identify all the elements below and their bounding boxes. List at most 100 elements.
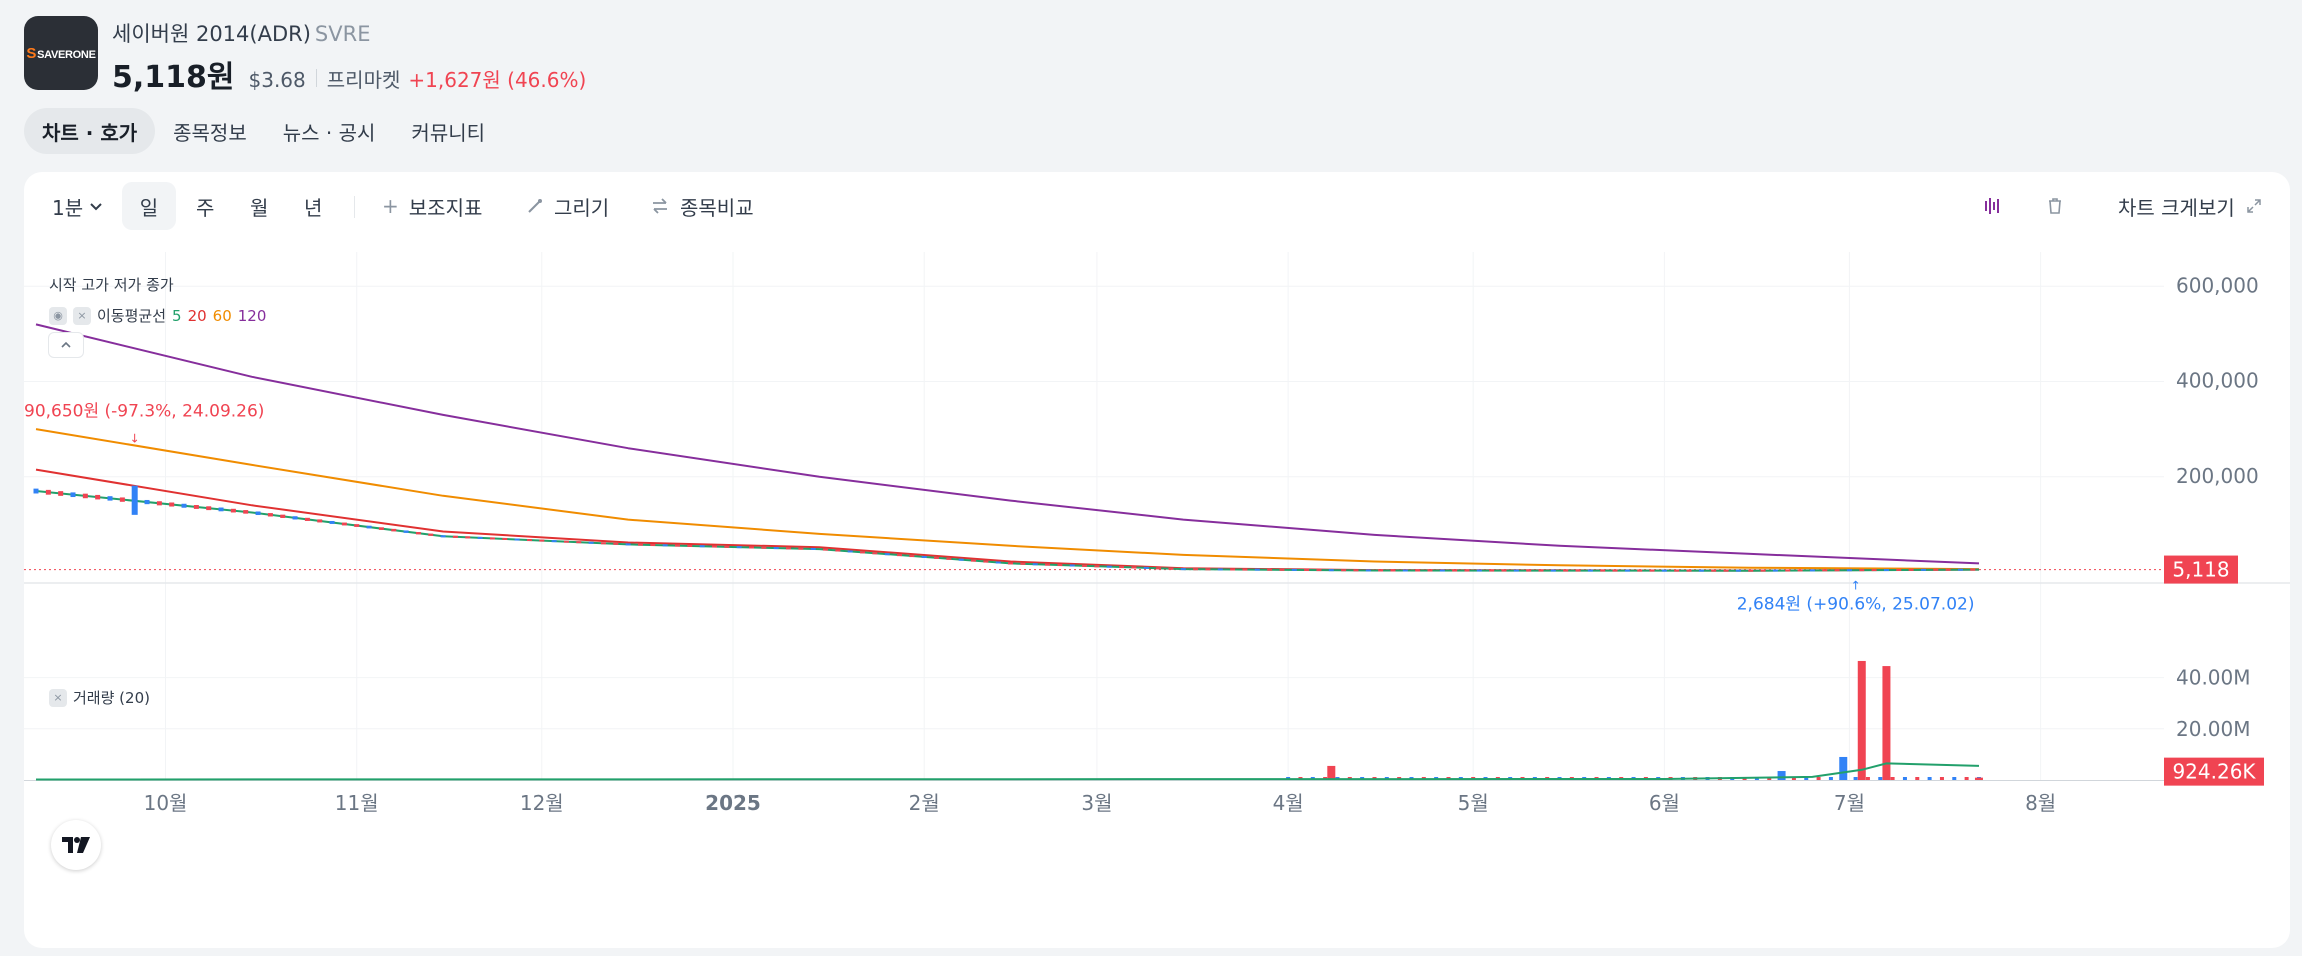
candle [119, 497, 125, 502]
x-axis-label: 3월 [1081, 791, 1112, 815]
candle [1908, 568, 1914, 571]
candle [1550, 569, 1556, 572]
delete-drawing-button[interactable] [2044, 182, 2066, 230]
price-axis-label: 400,000 [2176, 369, 2259, 393]
candle [872, 552, 878, 555]
x-axis-label: 12월 [520, 791, 564, 815]
logo-text: SSAVERONE [26, 44, 96, 62]
tradingview-icon [62, 837, 90, 853]
candle [391, 528, 397, 532]
swap-icon [653, 198, 667, 214]
candle [156, 501, 162, 506]
candle [304, 517, 310, 521]
candle [897, 554, 903, 557]
compare-button[interactable]: 종목비교 [650, 182, 754, 230]
candle [218, 507, 224, 512]
price-chart[interactable]: 600,000 400,000 200,000 40.00M 20.00M 5,118 90… [24, 252, 2290, 948]
candle [823, 548, 829, 551]
chart-type-button[interactable] [1982, 182, 2004, 230]
candle [440, 535, 446, 538]
candle [687, 544, 693, 547]
tab-stock-info[interactable]: 종목정보 [155, 108, 265, 154]
candle [95, 494, 101, 500]
candle [1970, 568, 1976, 571]
indicators-button[interactable]: + 보조지표 [382, 182, 482, 230]
volume-label: 거래량 (20) [73, 689, 150, 707]
chart-toolbar: 1분 일 주 월 년 + 보조지표 그리기 종목비교 차트 크게보기 [24, 182, 2290, 232]
period-year[interactable]: 년 [304, 182, 322, 230]
eye-icon[interactable]: ◉ [49, 306, 67, 325]
candle [884, 553, 890, 556]
candle [1464, 569, 1470, 572]
candle [1883, 569, 1889, 572]
candle [1119, 566, 1125, 569]
x-axis-label: 4월 [1273, 791, 1304, 815]
ma20-line [35, 468, 1980, 572]
x-axis-label: 10월 [144, 791, 188, 815]
candle [1538, 569, 1544, 572]
candle [600, 542, 606, 545]
candle [169, 502, 175, 507]
candle [1809, 569, 1815, 572]
volume-bar [1865, 777, 1870, 780]
close-icon[interactable]: × [73, 306, 91, 325]
candle [193, 505, 199, 509]
period-month[interactable]: 월 [250, 182, 268, 230]
ma-legend: ◉ × 이동평균선 5 20 60 120 [49, 305, 266, 326]
volume-bar [1890, 777, 1895, 780]
annotation-high: 90,650원 (-97.3%, 24.09.26) [24, 401, 264, 421]
candle [1686, 569, 1692, 572]
tab-community[interactable]: 커뮤니티 [393, 108, 503, 154]
x-axis-label: 7월 [1834, 791, 1865, 815]
candle [847, 550, 853, 553]
candle [1674, 569, 1680, 572]
candle [1242, 568, 1248, 571]
candle [452, 535, 458, 538]
candle [415, 532, 421, 535]
candle [1341, 569, 1347, 572]
candle [181, 503, 187, 508]
candle [243, 510, 249, 514]
x-axis-label: 2025 [705, 791, 761, 815]
candle [539, 539, 545, 542]
candle [131, 485, 138, 515]
annotation-low: 2,684원 (+90.6%, 25.07.02) [1737, 595, 1975, 615]
volume-bar [1816, 777, 1821, 780]
period-day[interactable]: 일 [122, 182, 176, 230]
draw-button[interactable]: 그리기 [526, 182, 609, 230]
indicators-label: 보조지표 [408, 195, 483, 220]
tab-news[interactable]: 뉴스 · 공시 [265, 108, 394, 154]
toolbar-divider [354, 196, 355, 218]
interval-dropdown[interactable]: 1분 [52, 182, 105, 230]
candle [502, 537, 508, 540]
candle [958, 558, 964, 561]
candle [662, 544, 668, 547]
candle [1217, 568, 1223, 571]
candle [613, 542, 619, 545]
tab-chart[interactable]: 차트 · 호가 [24, 108, 156, 154]
collapse-legend-button[interactable] [48, 332, 84, 358]
candle [1896, 568, 1902, 571]
candle [267, 513, 273, 517]
candle [798, 547, 804, 550]
candle [1353, 569, 1359, 572]
volume-bar [1902, 777, 1907, 780]
close-icon[interactable]: × [49, 688, 67, 707]
divider [315, 69, 317, 87]
tradingview-logo[interactable] [51, 820, 101, 870]
candle [1859, 569, 1865, 572]
price-axis-label: 600,000 [2176, 273, 2259, 297]
candle [1452, 569, 1458, 572]
candle [637, 543, 643, 546]
company-logo: SSAVERONE [24, 16, 98, 90]
expand-chart-button[interactable]: 차트 크게보기 [2118, 182, 2263, 230]
period-week[interactable]: 주 [196, 182, 214, 230]
candle [1045, 563, 1051, 566]
volume-bar [1927, 777, 1932, 780]
candle [526, 539, 532, 542]
candle [1328, 569, 1334, 572]
candle [1649, 569, 1655, 572]
session-label: 프리마켓 [326, 68, 401, 92]
candle [1020, 562, 1026, 565]
candle [1378, 569, 1384, 572]
